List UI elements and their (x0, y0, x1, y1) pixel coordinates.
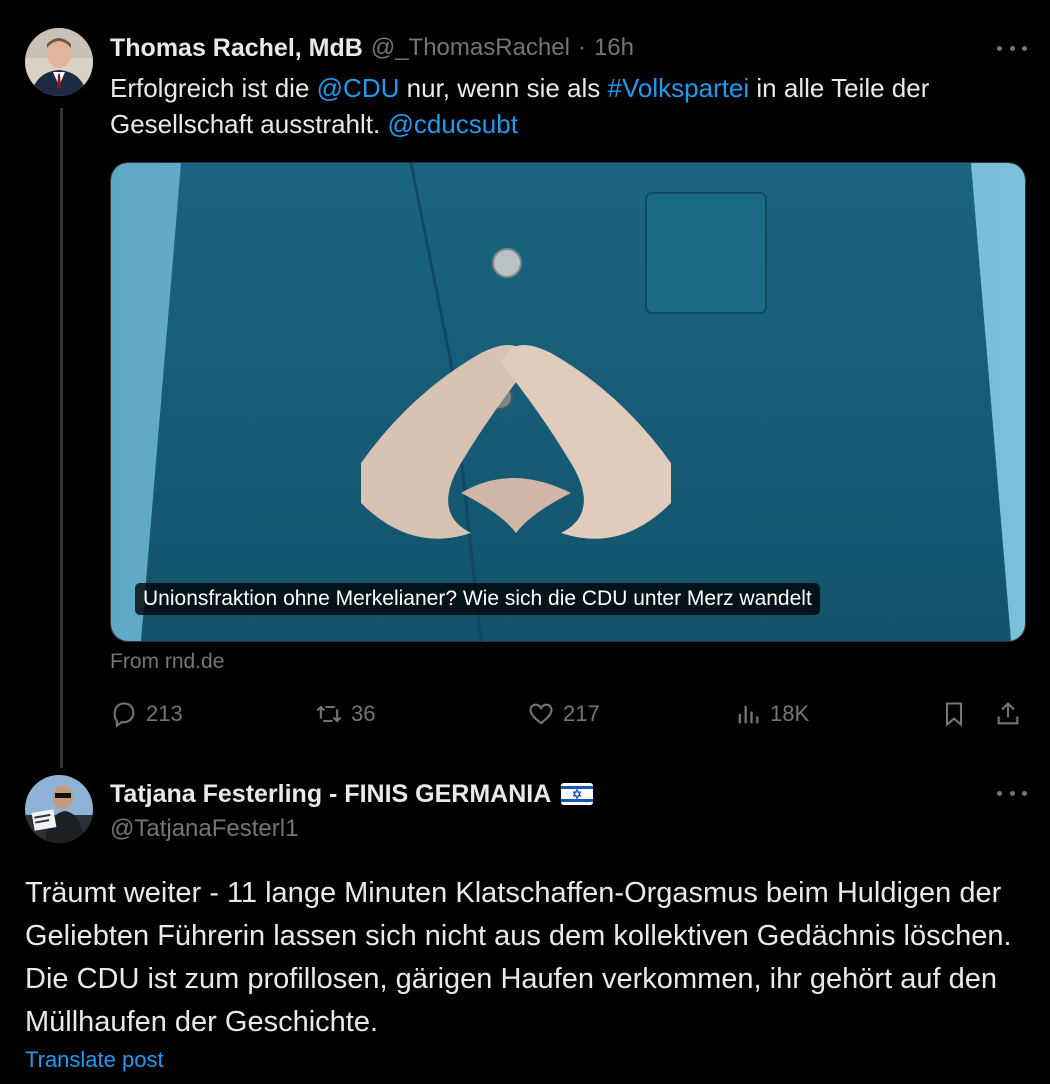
separator-dot: · (577, 34, 586, 61)
post1-actions: 213 36 217 18K (110, 700, 1024, 736)
israel-flag-icon (561, 783, 594, 805)
post1-avatar[interactable] (25, 28, 93, 96)
repost-icon (316, 705, 342, 723)
post2-avatar[interactable] (25, 775, 93, 843)
card-image (111, 163, 1025, 641)
post1-header: Thomas Rachel, MdB @_ThomasRachel · 16h (110, 32, 634, 64)
card-caption: Unionsfraktion ohne Merkelianer? Wie sic… (135, 583, 820, 615)
link-card[interactable]: Unionsfraktion ohne Merkelianer? Wie sic… (110, 162, 1026, 642)
bookmark-button[interactable] (940, 700, 968, 728)
reply-icon (113, 702, 135, 728)
reply-count: 213 (146, 701, 183, 726)
views-button[interactable]: 18K (734, 700, 809, 728)
bookmark-icon (945, 702, 963, 727)
heart-icon (529, 703, 553, 725)
post1-text: Erfolgreich ist die @CDU nur, wenn sie a… (110, 70, 1010, 142)
post-time[interactable]: 16h (594, 34, 634, 62)
author-name[interactable]: Tatjana Festerling - FINIS GERMANIA (110, 780, 551, 809)
thread-connector-line (60, 108, 63, 768)
post2-header: Tatjana Festerling - FINIS GERMANIA (110, 778, 594, 810)
card-source[interactable]: From rnd.de (110, 650, 224, 674)
like-button[interactable]: 217 (527, 700, 600, 728)
post2-text: Träumt weiter - 11 lange Minuten Klatsch… (25, 877, 1012, 1038)
post-text-segment: Erfolgreich ist die (110, 73, 317, 103)
translate-post-link[interactable]: Translate post (25, 1047, 164, 1073)
mention-link[interactable]: @cducsubt (387, 109, 517, 139)
author-handle[interactable]: @TatjanaFesterl1 (110, 815, 298, 843)
author-name[interactable]: Thomas Rachel, MdB (110, 34, 363, 63)
reply-button[interactable]: 213 (110, 700, 183, 728)
avatar[interactable] (25, 28, 93, 96)
repost-button[interactable]: 36 (315, 700, 375, 728)
avatar[interactable] (25, 775, 93, 843)
share-icon (997, 702, 1019, 725)
post-text-segment: nur, wenn sie als (399, 73, 608, 103)
more-options-icon[interactable] (997, 788, 1027, 798)
views-count: 18K (770, 701, 810, 726)
more-options-icon[interactable] (997, 43, 1027, 53)
repost-count: 36 (351, 701, 376, 726)
views-chart-icon (738, 705, 759, 724)
hashtag-link[interactable]: #Volkspartei (608, 73, 750, 103)
like-count: 217 (563, 701, 600, 726)
mention-link[interactable]: @CDU (317, 73, 400, 103)
share-button[interactable] (994, 700, 1022, 728)
author-handle[interactable]: @_ThomasRachel (371, 34, 570, 62)
